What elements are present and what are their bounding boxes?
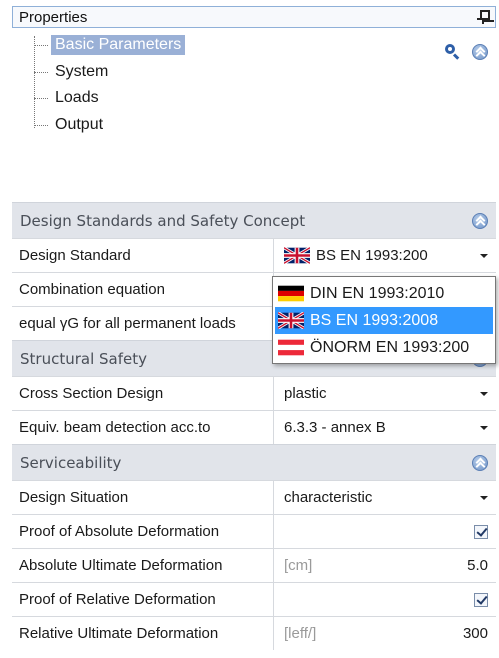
tree-item-basic-parameters[interactable]: Basic Parameters (34, 34, 186, 56)
property-value: 5.0 (467, 557, 488, 574)
section-title: Structural Safety (20, 349, 147, 368)
navigation-tree: Basic Parameters System Loads Output (28, 34, 328, 144)
property-value: BS EN 1993:200 (316, 247, 428, 264)
row-absolute-ultimate-deformation: Absolute Ultimate Deformation [cm] 5.0 (12, 548, 496, 582)
search-icon[interactable] (445, 44, 460, 60)
dropdown-option-label: DIN EN 1993:2010 (310, 284, 445, 302)
unit-label: [leff/] (284, 625, 317, 642)
property-value-cell (274, 515, 496, 548)
design-standard-dropdown-list: DIN EN 1993:2010 BS EN 1993:2008 ÖNORM E… (272, 276, 496, 364)
property-value: 300 (462, 625, 488, 642)
property-value-cell (274, 583, 496, 616)
design-situation-dropdown[interactable]: characteristic (274, 481, 496, 514)
dropdown-option-label: BS EN 1993:2008 (310, 311, 439, 329)
dropdown-option-onorm[interactable]: ÖNORM EN 1993:200 (275, 334, 493, 361)
tree-item-label: Output (55, 116, 104, 133)
chevron-down-icon[interactable] (480, 425, 488, 430)
properties-panel-header: Properties (12, 6, 496, 28)
row-proof-relative-deformation: Proof of Relative Deformation (12, 582, 496, 616)
equiv-beam-dropdown[interactable]: 6.3.3 - annex B (274, 411, 496, 444)
property-name: Proof of Absolute Deformation (12, 515, 274, 548)
proof-relative-checkbox[interactable] (474, 592, 488, 607)
panel-title: Properties (19, 8, 88, 26)
property-name: Design Situation (12, 481, 274, 514)
proof-absolute-checkbox[interactable] (474, 524, 488, 539)
collapse-all-icon[interactable] (472, 44, 488, 60)
tree-item-label: System (55, 63, 109, 80)
row-cross-section-design: Cross Section Design plastic (12, 376, 496, 410)
property-name: Cross Section Design (12, 377, 274, 410)
pin-icon[interactable] (477, 10, 490, 24)
tree-item-loads[interactable]: Loads (34, 87, 103, 109)
property-grid: Design Standards and Safety Concept Desi… (12, 202, 496, 650)
property-value: 6.3.3 - annex B (284, 419, 386, 436)
absolute-ultimate-deformation-field[interactable]: [cm] 5.0 (274, 549, 496, 582)
uk-flag-icon (278, 312, 304, 329)
design-standard-dropdown[interactable]: BS EN 1993:200 (274, 239, 496, 272)
collapse-section-icon[interactable] (472, 454, 488, 471)
tree-item-system[interactable]: System (34, 61, 112, 83)
property-value: plastic (284, 385, 327, 402)
property-name: Design Standard (12, 239, 274, 272)
section-title: Design Standards and Safety Concept (20, 211, 306, 230)
property-name: Combination equation (12, 273, 274, 306)
cross-section-design-dropdown[interactable]: plastic (274, 377, 496, 410)
row-proof-absolute-deformation: Proof of Absolute Deformation (12, 514, 496, 548)
section-serviceability[interactable]: Serviceability (12, 444, 496, 480)
property-value: characteristic (284, 489, 373, 506)
chevron-down-icon[interactable] (480, 495, 488, 500)
property-name: Relative Ultimate Deformation (12, 617, 274, 650)
row-relative-ultimate-deformation: Relative Ultimate Deformation [leff/] 30… (12, 616, 496, 650)
uk-flag-icon (284, 247, 310, 264)
austria-flag-icon (278, 339, 304, 356)
section-design-standards[interactable]: Design Standards and Safety Concept (12, 202, 496, 238)
chevron-down-icon[interactable] (480, 253, 488, 258)
germany-flag-icon (278, 285, 304, 302)
dropdown-option-label: ÖNORM EN 1993:200 (310, 338, 470, 356)
relative-ultimate-deformation-field[interactable]: [leff/] 300 (274, 617, 496, 650)
property-name: Absolute Ultimate Deformation (12, 549, 274, 582)
dropdown-option-bs[interactable]: BS EN 1993:2008 (275, 307, 493, 334)
tree-item-label: Basic Parameters (51, 35, 186, 55)
dropdown-option-din[interactable]: DIN EN 1993:2010 (275, 280, 493, 307)
tree-item-output[interactable]: Output (34, 114, 107, 136)
property-name: equal γG for all permanent loads (12, 307, 274, 340)
unit-label: [cm] (284, 557, 313, 574)
tree-item-label: Loads (55, 89, 99, 106)
row-design-standard: Design Standard BS EN 1993:200 (12, 238, 496, 272)
section-title: Serviceability (20, 453, 122, 472)
chevron-down-icon[interactable] (480, 391, 488, 396)
property-name: Equiv. beam detection acc.to (12, 411, 274, 444)
row-design-situation: Design Situation characteristic (12, 480, 496, 514)
row-equiv-beam-detection: Equiv. beam detection acc.to 6.3.3 - ann… (12, 410, 496, 444)
collapse-section-icon[interactable] (472, 212, 488, 229)
property-name: Proof of Relative Deformation (12, 583, 274, 616)
